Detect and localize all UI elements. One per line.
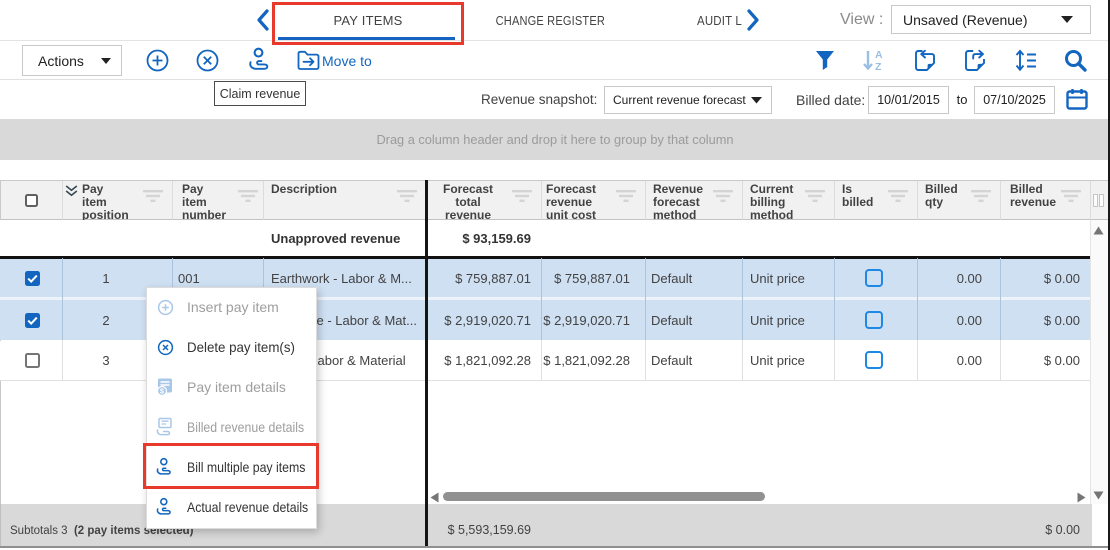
svg-text:A: A bbox=[875, 49, 883, 61]
svg-text:Z: Z bbox=[875, 61, 882, 73]
